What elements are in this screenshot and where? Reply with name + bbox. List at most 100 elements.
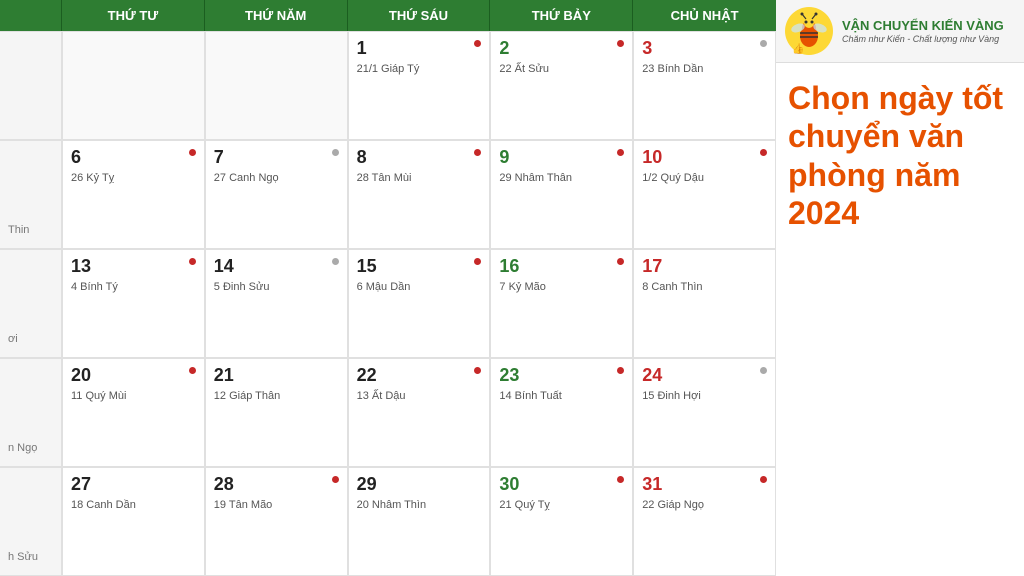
day-number: 22: [357, 365, 482, 386]
logo-icon: 👍: [784, 6, 834, 56]
cal-cell: Thin: [0, 140, 62, 249]
day-number: 20: [71, 365, 196, 386]
cal-cell: [62, 31, 205, 140]
cal-cell: 29 20 Nhâm Thìn: [348, 467, 491, 576]
day-number: 6: [71, 147, 196, 168]
day-dot: [760, 40, 767, 47]
day-dot: [332, 476, 339, 483]
day-number: 17: [642, 256, 767, 277]
lunar-date: 5 Đinh Sửu: [214, 281, 339, 293]
day-number: 1: [357, 38, 482, 59]
cal-cell: 20 11 Quý Mùi: [62, 358, 205, 467]
day-number: 28: [214, 474, 339, 495]
day-number: 24: [642, 365, 767, 386]
day-number: 15: [357, 256, 482, 277]
cal-cell: 13 4 Bính Tý: [62, 249, 205, 358]
calendar-body: 1 21/1 Giáp Tý 2 22 Ất Sửu 3 23 Bính Dần Thin 6…: [0, 31, 776, 576]
lunar-date: 14 Bính Tuất: [499, 390, 624, 402]
cal-cell: 2 22 Ất Sửu: [490, 31, 633, 140]
lunar-date: 21/1 Giáp Tý: [357, 63, 482, 75]
sidebar: 👍 VẬN CHUYỂN KIẾN VÀNG Chăm như Kiến - C…: [776, 0, 1024, 576]
cal-cell: 28 19 Tân Mão: [205, 467, 348, 576]
lunar-date: 23 Bính Dần: [642, 63, 767, 75]
header-col-partial: [0, 0, 62, 31]
lunar-date: 4 Bính Tý: [71, 281, 196, 293]
cal-cell: 27 18 Canh Dần: [62, 467, 205, 576]
logo-area: 👍 VẬN CHUYỂN KIẾN VÀNG Chăm như Kiến - C…: [776, 0, 1024, 63]
cal-cell: ơi: [0, 249, 62, 358]
day-number: 23: [499, 365, 624, 386]
partial-label: n Ngọ: [8, 442, 53, 454]
lunar-date: 22 Giáp Ngọ: [642, 499, 767, 511]
lunar-date: 8 Canh Thìn: [642, 281, 767, 293]
day-number: 7: [214, 147, 339, 168]
day-number: 9: [499, 147, 624, 168]
promo-text: Chọn ngày tốt chuyển văn phòng năm 2024: [776, 63, 1024, 249]
lunar-date: 22 Ất Sửu: [499, 63, 624, 75]
lunar-date: 11 Quý Mùi: [71, 390, 196, 402]
day-dot: [760, 367, 767, 374]
cal-cell: 3021 Quý Tỵ: [490, 467, 633, 576]
svg-text:👍: 👍: [792, 42, 804, 55]
day-dot: [332, 258, 339, 265]
day-dot: [189, 367, 196, 374]
header-thu-sau: THỨ SÁU: [348, 0, 491, 31]
logo-title: VẬN CHUYỂN KIẾN VÀNG: [842, 18, 1004, 34]
lunar-date: 15 Đinh Hợi: [642, 390, 767, 402]
day-number: 16: [499, 256, 624, 277]
cal-cell: n Ngọ: [0, 358, 62, 467]
partial-label: ơi: [8, 333, 53, 345]
lunar-date: 6 Mậu Dần: [357, 281, 482, 293]
cal-cell: h Sửu: [0, 467, 62, 576]
day-number: 3: [642, 38, 767, 59]
cal-cell: 24 15 Đinh Hợi: [633, 358, 776, 467]
day-number: 27: [71, 474, 196, 495]
day-number: 10: [642, 147, 767, 168]
lunar-date: 1/2 Quý Dậu: [642, 172, 767, 184]
partial-label: Thin: [8, 224, 53, 236]
lunar-date: 28 Tân Mùi: [357, 172, 482, 184]
calendar-header: THỨ TƯ THỨ NĂM THỨ SÁU THỨ BẢY CHỦ NHẬT: [0, 0, 776, 31]
day-number: 2: [499, 38, 624, 59]
header-thu-tu: THỨ TƯ: [62, 0, 205, 31]
cal-cell: 22 13 Ất Dậu: [348, 358, 491, 467]
lunar-date: 13 Ất Dậu: [357, 390, 482, 402]
day-number: 13: [71, 256, 196, 277]
cal-cell: 8 28 Tân Mùi: [348, 140, 491, 249]
cal-cell: 21 12 Giáp Thân: [205, 358, 348, 467]
cal-cell: 1 21/1 Giáp Tý: [348, 31, 491, 140]
day-number: 8: [357, 147, 482, 168]
day-number: 31: [642, 474, 767, 495]
day-dot: [189, 258, 196, 265]
logo-text: VẬN CHUYỂN KIẾN VÀNG Chăm như Kiến - Chấ…: [842, 18, 1004, 44]
header-thu-bay: THỨ BẢY: [490, 0, 633, 31]
lunar-date: 18 Canh Dần: [71, 499, 196, 511]
day-dot: [760, 149, 767, 156]
cal-cell: 23 14 Bính Tuất: [490, 358, 633, 467]
lunar-date: 7 Kỷ Mão: [499, 281, 624, 293]
calendar-section: THỨ TƯ THỨ NĂM THỨ SÁU THỨ BẢY CHỦ NHẬT …: [0, 0, 776, 576]
header-thu-nam: THỨ NĂM: [205, 0, 348, 31]
day-dot: [760, 476, 767, 483]
cal-cell: [0, 31, 62, 140]
day-number: 29: [357, 474, 482, 495]
cal-cell: 15 6 Mậu Dần: [348, 249, 491, 358]
lunar-date: 19 Tân Mão: [214, 499, 339, 511]
lunar-date: 21 Quý Tỵ: [499, 499, 624, 511]
day-number: 14: [214, 256, 339, 277]
cal-cell: 6 26 Kỷ Tỵ: [62, 140, 205, 249]
day-dot: [189, 149, 196, 156]
cal-cell: 31 22 Giáp Ngọ: [633, 467, 776, 576]
day-dot: [332, 149, 339, 156]
cal-cell: 3 23 Bính Dần: [633, 31, 776, 140]
day-number: 21: [214, 365, 339, 386]
partial-label: h Sửu: [8, 551, 53, 563]
cal-cell: 17 8 Canh Thìn: [633, 249, 776, 358]
lunar-date: 12 Giáp Thân: [214, 390, 339, 402]
cal-cell: 10 1/2 Quý Dậu: [633, 140, 776, 249]
cal-cell: [205, 31, 348, 140]
lunar-date: 20 Nhâm Thìn: [357, 499, 482, 511]
lunar-date: 26 Kỷ Tỵ: [71, 172, 196, 184]
cal-cell: 727 Canh Ngọ: [205, 140, 348, 249]
header-chu-nhat: CHỦ NHẬT: [633, 0, 776, 31]
